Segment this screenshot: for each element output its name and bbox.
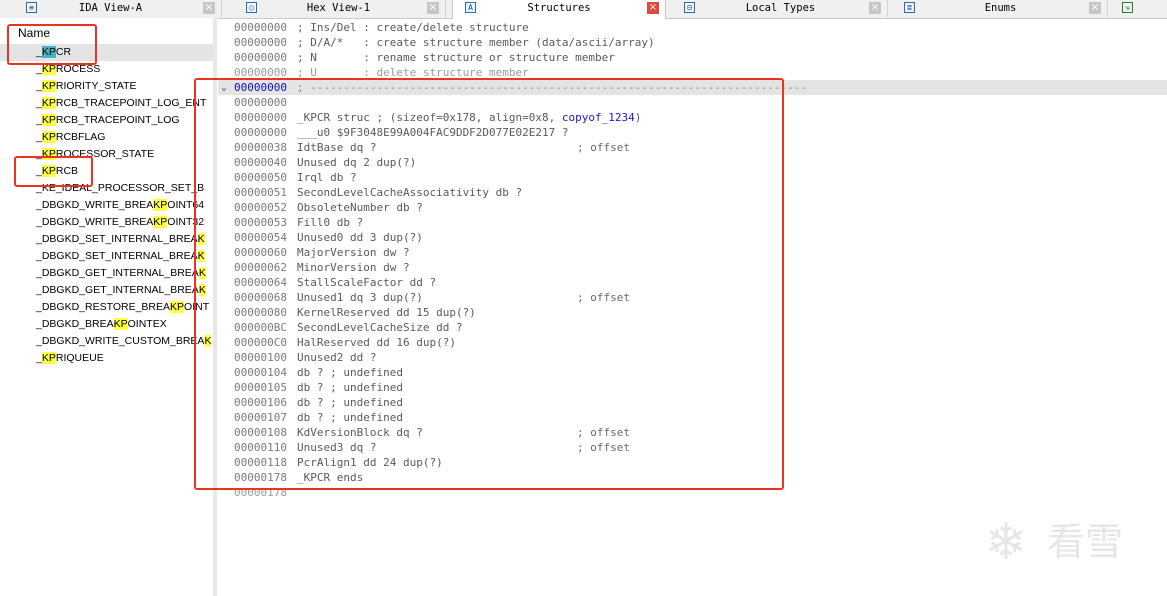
watermark-text: 看雪: [1047, 520, 1124, 564]
item-name-prefix: _DBGKD_GET_INTERNAL_BREA: [36, 284, 199, 296]
item-name-prefix: _DBGKD_WRITE_BREA: [36, 216, 154, 228]
item-name-suffix: RCB_TRACEPOINT_LOG: [55, 114, 180, 126]
item-name-prefix: _DBGKD_SET_INTERNAL_BREA: [36, 233, 198, 245]
tab-local-types[interactable]: ⊟ Local Types ×: [674, 0, 888, 17]
search-match-highlight: KP: [41, 352, 56, 364]
item-name-suffix: RIQUEUE: [55, 352, 104, 364]
tab-bar: ≡ IDA View-A × ○ Hex View-1 × A Structur…: [0, 0, 1167, 19]
structure-list-item[interactable]: _KPRIORITY_STATE: [0, 78, 213, 95]
line-address: 00000000: [234, 36, 287, 49]
search-match-highlight: KP: [41, 114, 56, 126]
item-name-prefix: _DBGKD_WRITE_CUSTOM_BREA: [36, 335, 205, 347]
item-name-prefix: _: [36, 114, 42, 126]
structure-list-item[interactable]: _KPRCB_TRACEPOINT_LOG: [0, 112, 213, 129]
imports-icon: ⇲: [1122, 2, 1133, 13]
annotation-box-kprcb: [14, 156, 93, 187]
tab-ida-view-a[interactable]: ≡ IDA View-A ×: [0, 0, 222, 17]
line-text: ; Ins/Del : create/delete structure: [297, 20, 529, 35]
tab-label: Structures: [527, 2, 591, 14]
item-name-prefix: _DBGKD_SET_INTERNAL_BREA: [36, 250, 198, 262]
tab-label: Local Types: [745, 2, 816, 14]
structures-list-pane: Name _KPCR _KPROCESS _KPRIORITY_STATE _KPRC…: [0, 18, 214, 596]
tab-enums[interactable]: ≣ Enums ×: [894, 0, 1108, 17]
watermark: ❄ 看雪: [985, 512, 1155, 572]
item-name-suffix: RCB_TRACEPOINT_LOG_ENT: [55, 97, 207, 109]
item-name-prefix: _: [36, 97, 42, 109]
search-match-highlight: KP: [113, 318, 128, 330]
item-name-prefix: _: [36, 352, 42, 364]
structure-list-item[interactable]: _KPRIQUEUE: [0, 350, 213, 367]
search-match-highlight: KP: [41, 97, 56, 109]
structure-list-item[interactable]: _KPRCBFLAG: [0, 129, 213, 146]
structure-list-item[interactable]: _DBGKD_RESTORE_BREAKPOINT: [0, 299, 213, 316]
item-name-suffix: RCBFLAG: [55, 131, 106, 143]
close-icon[interactable]: ×: [1089, 2, 1101, 14]
line-address: 00000000: [234, 51, 287, 64]
line-code: ; D/A/* : create structure member (data/…: [297, 36, 655, 49]
line-address: 00000000: [234, 21, 287, 34]
line-code: ; N : rename structure or structure memb…: [297, 51, 615, 64]
structure-list-item[interactable]: _KPRCB_TRACEPOINT_LOG_ENT: [0, 95, 213, 112]
tab-label: Enums: [984, 2, 1017, 14]
close-icon[interactable]: ×: [427, 2, 439, 14]
line-text: ; D/A/* : create structure member (data/…: [297, 35, 655, 50]
listing-line[interactable]: 00000000 ; Ins/Del : create/delete struct…: [218, 20, 1167, 35]
structure-list-item[interactable]: _DBGKD_GET_INTERNAL_BREAK: [0, 265, 213, 282]
tab-hex-view-1[interactable]: ○ Hex View-1 ×: [232, 0, 446, 17]
annotation-box-kpcr-definition: [194, 78, 784, 490]
line-code: ; Ins/Del : create/delete structure: [297, 21, 529, 34]
structure-list-item[interactable]: _DBGKD_SET_INTERNAL_BREAK: [0, 231, 213, 248]
tab-structures[interactable]: A Structures ×: [452, 0, 666, 19]
item-name-prefix: _DBGKD_WRITE_BREA: [36, 199, 154, 211]
listing-line[interactable]: 00000000 ; D/A/* : create structure membe…: [218, 35, 1167, 50]
structure-list-item[interactable]: _DBGKD_WRITE_CUSTOM_BREAK: [0, 333, 213, 350]
tab-imports[interactable]: ⇲: [1112, 0, 1167, 17]
structure-list-item[interactable]: _DBGKD_BREAKPOINTEX: [0, 316, 213, 333]
item-name-prefix: _DBGKD_GET_INTERNAL_BREA: [36, 267, 199, 279]
snowflake-logo-icon: ❄: [985, 513, 1027, 571]
tab-label: IDA View-A: [78, 2, 143, 14]
search-match-highlight: KP: [153, 199, 168, 211]
search-match-highlight: KP: [153, 216, 168, 228]
close-icon[interactable]: ×: [647, 2, 659, 14]
structure-list-item[interactable]: _DBGKD_WRITE_BREAKPOINT64: [0, 197, 213, 214]
item-name-suffix: OINTEX: [127, 318, 167, 330]
search-match-highlight: KP: [41, 131, 56, 143]
item-name-prefix: _DBGKD_BREA: [36, 318, 114, 330]
structure-list-item[interactable]: _DBGKD_SET_INTERNAL_BREAK: [0, 248, 213, 265]
listing-line[interactable]: 00000000 ; N : rename structure or struct…: [218, 50, 1167, 65]
tab-label: Hex View-1: [306, 2, 371, 14]
structure-list: _KPCR _KPROCESS _KPRIORITY_STATE _KPRCB_TRA…: [0, 44, 213, 367]
search-match-highlight: KP: [41, 80, 56, 92]
structure-list-item[interactable]: _DBGKD_GET_INTERNAL_BREAK: [0, 282, 213, 299]
close-icon[interactable]: ×: [869, 2, 881, 14]
item-name-prefix: _: [36, 131, 42, 143]
item-name-prefix: _DBGKD_RESTORE_BREA: [36, 301, 171, 313]
item-name-prefix: _: [36, 80, 42, 92]
close-icon[interactable]: ×: [203, 2, 215, 14]
line-text: ; N : rename structure or structure memb…: [297, 50, 615, 65]
search-match-highlight: KP: [170, 301, 185, 313]
item-name-suffix: RIORITY_STATE: [55, 80, 137, 92]
annotation-box-kpcr: [7, 24, 97, 65]
structure-list-item[interactable]: _DBGKD_WRITE_BREAKPOINT32: [0, 214, 213, 231]
